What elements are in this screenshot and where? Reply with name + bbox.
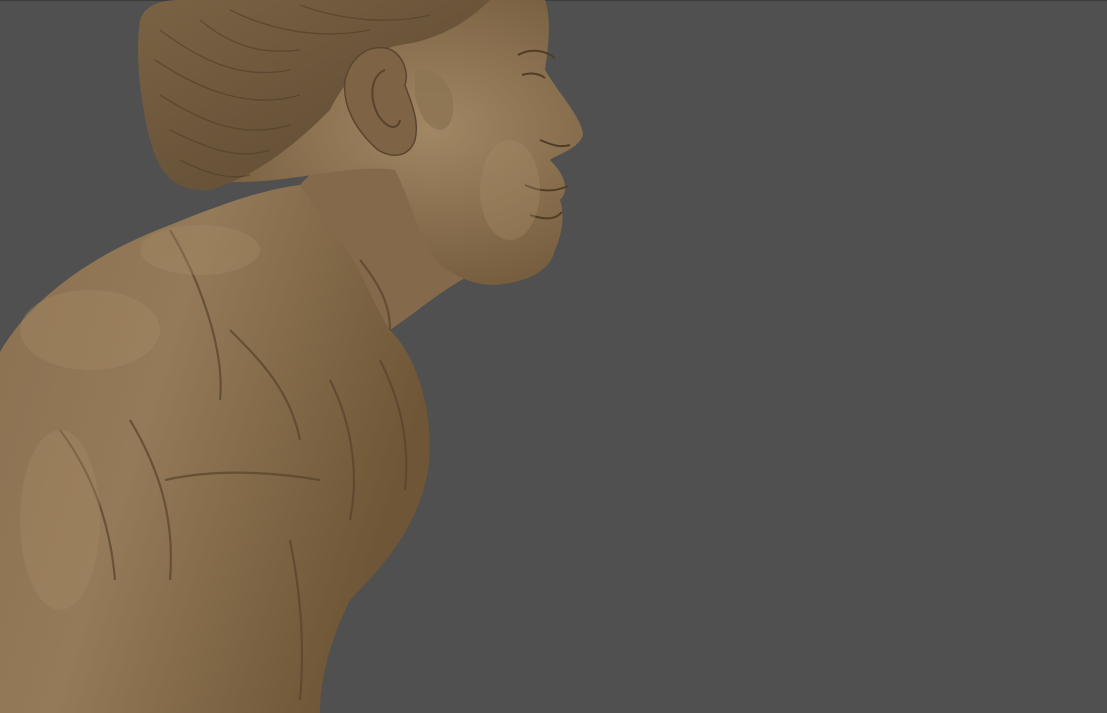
3d-viewport-canvas[interactable] bbox=[0, 0, 1107, 713]
sculpt-bust-model[interactable] bbox=[0, 0, 1107, 713]
